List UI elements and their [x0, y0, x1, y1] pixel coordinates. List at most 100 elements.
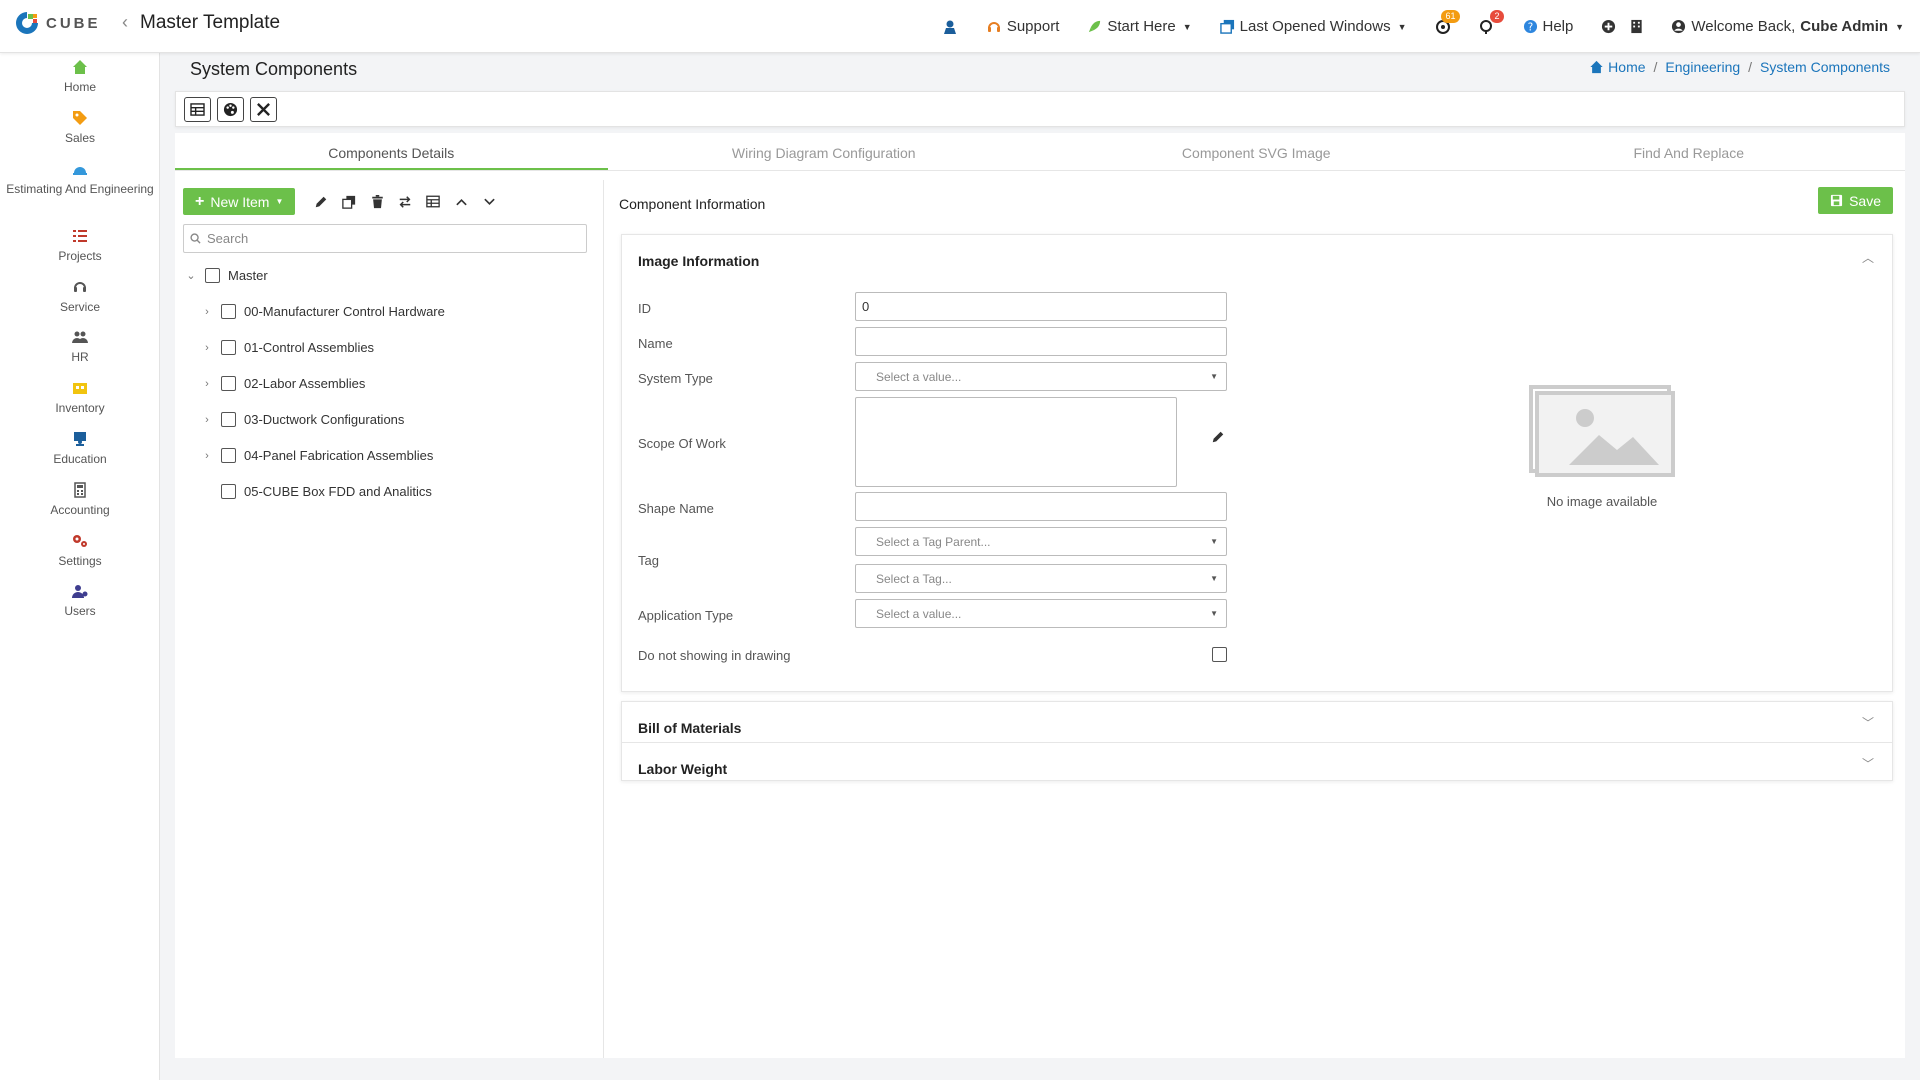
- image-information-heading[interactable]: Image Information: [638, 253, 759, 269]
- chevron-right-icon[interactable]: ›: [201, 342, 213, 354]
- chevron-up-icon[interactable]: ︿: [1862, 249, 1874, 266]
- application-type-select[interactable]: Select a value... ▼: [855, 599, 1227, 628]
- breadcrumb-home[interactable]: Home: [1589, 59, 1646, 75]
- user-badge-icon[interactable]: [942, 19, 958, 35]
- save-button[interactable]: Save: [1818, 187, 1893, 214]
- checkbox[interactable]: [221, 412, 236, 427]
- support-link[interactable]: Support: [986, 18, 1059, 35]
- tree-node[interactable]: › 03-Ductwork Configurations: [201, 412, 404, 427]
- checkbox[interactable]: [221, 304, 236, 319]
- copy-button[interactable]: [335, 188, 363, 215]
- sidebar-item-inventory[interactable]: Inventory: [0, 380, 160, 415]
- plus-circle-icon[interactable]: [1601, 19, 1616, 34]
- tag-select[interactable]: Select a Tag... ▼: [855, 564, 1227, 593]
- tree-search[interactable]: Search: [183, 224, 587, 253]
- trash-icon: [372, 194, 383, 208]
- caret-down-icon: ▼: [1182, 21, 1192, 32]
- start-here-menu[interactable]: Start Here ▼: [1087, 18, 1192, 35]
- headset-icon: [987, 21, 1000, 32]
- sidebar-item-estimating[interactable]: Estimating And Engineering: [0, 161, 160, 196]
- home-icon: [1590, 60, 1603, 74]
- move-down-button[interactable]: [475, 188, 503, 215]
- checkbox[interactable]: [205, 268, 220, 283]
- tab-component-svg[interactable]: Component SVG Image: [1040, 133, 1473, 170]
- form-title: Component Information: [619, 196, 766, 212]
- sidebar-item-projects[interactable]: Projects: [0, 228, 160, 263]
- checkbox[interactable]: [221, 448, 236, 463]
- sidebar-item-sales[interactable]: Sales: [0, 110, 160, 145]
- checkbox[interactable]: [221, 340, 236, 355]
- pencil-icon[interactable]: [1211, 430, 1225, 444]
- chevron-down-icon[interactable]: ⌄: [185, 269, 197, 282]
- svg-text:?: ?: [1527, 21, 1532, 33]
- tree-node[interactable]: › 01-Control Assemblies: [201, 340, 374, 355]
- edit-button[interactable]: [307, 188, 335, 215]
- top-bar: CUBE ‹ Master Template Support Start Her…: [0, 0, 1920, 53]
- bill-of-materials-heading[interactable]: Bill of Materials: [638, 720, 741, 736]
- chevron-right-icon[interactable]: ›: [201, 378, 213, 390]
- sidebar-item-hr[interactable]: HR: [0, 329, 160, 364]
- tag-label: Tag: [638, 553, 659, 568]
- users-cog-icon: [72, 585, 88, 598]
- sidebar-item-accounting[interactable]: Accounting: [0, 482, 160, 517]
- id-field[interactable]: 0: [855, 292, 1227, 321]
- name-field[interactable]: [855, 327, 1227, 356]
- sidebar-item-service[interactable]: Service: [0, 279, 160, 314]
- tools-button[interactable]: [250, 96, 277, 122]
- move-button[interactable]: [391, 188, 419, 215]
- tree-node-master[interactable]: ⌄ Master: [185, 268, 268, 283]
- search-input[interactable]: Search: [207, 231, 248, 246]
- grid-button[interactable]: [419, 188, 447, 215]
- table-view-button[interactable]: [184, 96, 211, 122]
- tab-components-details[interactable]: Components Details: [175, 133, 608, 170]
- tree-node[interactable]: 05-CUBE Box FDD and Analitics: [201, 484, 432, 499]
- tag-parent-select[interactable]: Select a Tag Parent... ▼: [855, 527, 1227, 556]
- shape-name-field[interactable]: [855, 492, 1227, 521]
- move-up-button[interactable]: [447, 188, 475, 215]
- sidebar-item-settings[interactable]: Settings: [0, 533, 160, 568]
- last-opened-menu[interactable]: Last Opened Windows ▼: [1219, 18, 1407, 35]
- tree-node[interactable]: › 04-Panel Fabrication Assemblies: [201, 448, 433, 463]
- tag-icon: [73, 111, 87, 125]
- scope-of-work-textarea[interactable]: [855, 397, 1177, 487]
- chevron-down-icon[interactable]: ﹀: [1862, 755, 1874, 772]
- tree-node[interactable]: › 02-Labor Assemblies: [201, 376, 365, 391]
- tab-wiring-diagram[interactable]: Wiring Diagram Configuration: [608, 133, 1041, 170]
- tag-placeholder: Select a Tag...: [876, 571, 952, 586]
- delete-button[interactable]: [363, 188, 391, 215]
- tab-find-replace[interactable]: Find And Replace: [1473, 133, 1906, 170]
- user-menu[interactable]: Welcome Back, Cube Admin ▼: [1671, 18, 1904, 35]
- sidebar-item-home[interactable]: Home: [0, 59, 160, 94]
- sidebar-item-users[interactable]: Users: [0, 583, 160, 618]
- chevron-right-icon[interactable]: ›: [201, 414, 213, 426]
- chevron-right-icon[interactable]: ›: [201, 450, 213, 462]
- tag-parent-placeholder: Select a Tag Parent...: [876, 534, 991, 549]
- tree-node-label: 03-Ductwork Configurations: [244, 412, 405, 427]
- back-chevron-icon[interactable]: ‹: [122, 12, 128, 33]
- breadcrumb-engineering[interactable]: Engineering: [1665, 59, 1740, 75]
- palette-button[interactable]: [217, 96, 244, 122]
- gears-icon: [73, 535, 87, 547]
- checkbox[interactable]: [221, 484, 236, 499]
- rocket-icon: [1089, 20, 1101, 33]
- system-type-select[interactable]: Select a value... ▼: [855, 362, 1227, 391]
- building-icon[interactable]: [1630, 19, 1643, 34]
- chevron-down-icon[interactable]: ﹀: [1862, 714, 1874, 731]
- sidebar-item-label: Accounting: [50, 503, 110, 517]
- chevron-right-icon[interactable]: ›: [201, 306, 213, 318]
- breadcrumb-current[interactable]: System Components: [1760, 59, 1890, 75]
- no-drawing-checkbox[interactable]: [1212, 647, 1227, 662]
- new-item-button[interactable]: + New Item ▼: [183, 188, 296, 215]
- sidebar-item-education[interactable]: Education: [0, 431, 160, 466]
- sidebar-item-label: Education: [53, 452, 107, 466]
- notifications-button[interactable]: 61: [1435, 9, 1460, 35]
- help-link[interactable]: ? Help: [1523, 18, 1573, 35]
- tree-node[interactable]: › 00-Manufacturer Control Hardware: [201, 304, 445, 319]
- logo[interactable]: CUBE: [14, 10, 101, 36]
- alerts-button[interactable]: 2: [1479, 9, 1504, 35]
- logo-text: CUBE: [46, 14, 101, 32]
- last-opened-label: Last Opened Windows: [1239, 18, 1391, 35]
- labor-weight-heading[interactable]: Labor Weight: [638, 761, 727, 777]
- tree-toolbar: + New Item ▼: [183, 188, 503, 215]
- checkbox[interactable]: [221, 376, 236, 391]
